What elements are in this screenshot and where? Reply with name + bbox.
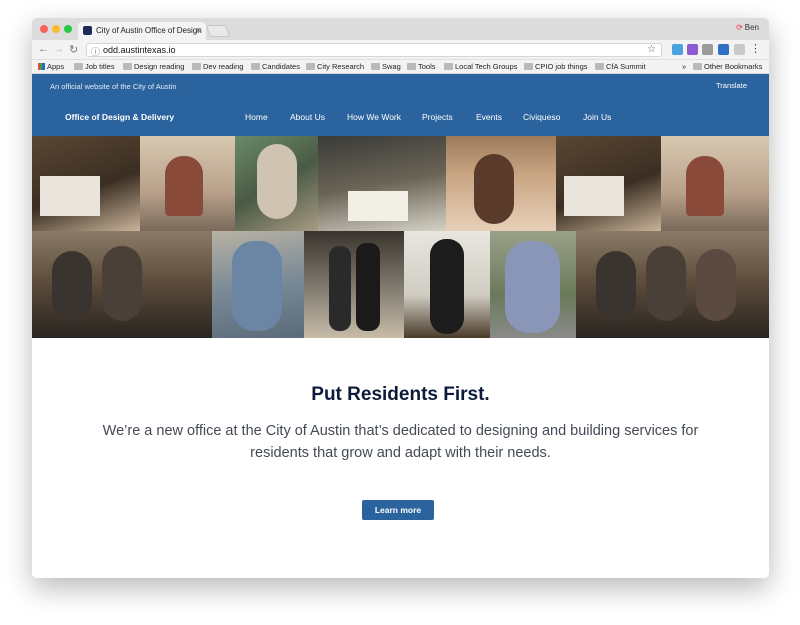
bookmark-item[interactable]: Tools	[407, 62, 436, 71]
extension-icon[interactable]	[672, 44, 683, 55]
back-icon[interactable]: ←	[38, 43, 49, 55]
folder-icon	[444, 63, 453, 70]
minimize-window-button[interactable]	[52, 25, 60, 33]
folder-icon	[74, 63, 83, 70]
team-photo	[304, 231, 404, 338]
team-photo	[212, 231, 304, 338]
hero-title: Put Residents First.	[311, 384, 490, 405]
profile-icon: ⟳	[736, 23, 743, 32]
bookmarks-bar: Apps Job titles Design reading Dev readi…	[32, 60, 769, 74]
site-favicon-icon	[83, 26, 92, 35]
extension-icon[interactable]	[687, 44, 698, 55]
nav-about-us[interactable]: About Us	[290, 112, 325, 122]
team-photo	[490, 231, 576, 338]
team-photo	[235, 136, 318, 231]
team-photo	[318, 136, 446, 231]
folder-icon	[595, 63, 604, 70]
browser-menu-icon[interactable]: ⋮	[750, 42, 761, 55]
bookmark-item[interactable]: Swag	[371, 62, 401, 71]
team-photo	[32, 231, 212, 338]
learn-more-button[interactable]: Learn more	[362, 500, 434, 520]
site-header: An official website of the City of Austi…	[32, 74, 769, 136]
maximize-window-button[interactable]	[64, 25, 72, 33]
reload-icon[interactable]: ↻	[69, 43, 78, 56]
team-photo	[661, 136, 769, 231]
nav-how-we-work[interactable]: How We Work	[347, 112, 401, 122]
team-photo	[556, 136, 661, 231]
address-bar[interactable]: ⓘ odd.austintexas.io ☆	[86, 43, 662, 57]
extension-icon[interactable]	[718, 44, 729, 55]
bookmark-item[interactable]: Job titles	[74, 62, 115, 71]
folder-icon	[306, 63, 315, 70]
team-photo-mosaic	[32, 136, 769, 338]
new-tab-button[interactable]	[205, 25, 231, 37]
close-tab-icon[interactable]: ×	[196, 25, 201, 35]
bookmark-item[interactable]: Dev reading	[192, 62, 243, 71]
close-window-button[interactable]	[40, 25, 48, 33]
extension-icon[interactable]	[702, 44, 713, 55]
browser-window: City of Austin Office of Design × ⟳ Ben ←…	[32, 18, 769, 578]
info-icon[interactable]: ⓘ	[91, 45, 100, 58]
profile-name: Ben	[744, 23, 759, 32]
folder-icon	[524, 63, 533, 70]
team-photo	[576, 231, 769, 338]
browser-toolbar: ← → ↻ ⓘ odd.austintexas.io ☆ ⋮	[32, 40, 769, 60]
bookmark-star-icon[interactable]: ☆	[647, 44, 656, 55]
tab-title: City of Austin Office of Design	[96, 26, 202, 35]
folder-icon	[251, 63, 260, 70]
url-text: odd.austintexas.io	[103, 45, 176, 55]
translate-link[interactable]: Translate	[716, 81, 747, 90]
bookmark-item[interactable]: CPIO job things	[524, 62, 588, 71]
nav-projects[interactable]: Projects	[422, 112, 453, 122]
web-page: An official website of the City of Austi…	[32, 74, 769, 578]
team-photo	[446, 136, 556, 231]
nav-events[interactable]: Events	[476, 112, 502, 122]
apps-grid-icon	[38, 63, 45, 70]
extension-icon[interactable]	[734, 44, 745, 55]
nav-join-us[interactable]: Join Us	[583, 112, 611, 122]
folder-icon	[192, 63, 201, 70]
team-photo	[404, 231, 490, 338]
team-photo	[32, 136, 140, 231]
folder-icon	[407, 63, 416, 70]
folder-icon	[123, 63, 132, 70]
bookmark-item[interactable]: Design reading	[123, 62, 184, 71]
bookmark-item[interactable]: CfA Summit	[595, 62, 646, 71]
official-banner: An official website of the City of Austi…	[50, 82, 177, 91]
bookmark-item[interactable]: City Research	[306, 62, 364, 71]
tab-strip: City of Austin Office of Design × ⟳ Ben	[32, 18, 769, 40]
bookmark-item[interactable]: Apps	[38, 62, 64, 71]
folder-icon	[693, 63, 702, 70]
bookmark-item[interactable]: Local Tech Groups	[444, 62, 517, 71]
other-bookmarks[interactable]: Other Bookmarks	[693, 62, 762, 71]
forward-icon[interactable]: →	[53, 43, 64, 55]
hero-description: We’re a new office at the City of Austin…	[102, 423, 699, 461]
folder-icon	[371, 63, 380, 70]
bookmarks-overflow-button[interactable]: »	[682, 62, 686, 71]
bookmark-item[interactable]: Candidates	[251, 62, 300, 71]
browser-tab[interactable]: City of Austin Office of Design ×	[78, 22, 206, 40]
nav-civiqueso[interactable]: Civiqueso	[523, 112, 560, 122]
site-brand-link[interactable]: Office of Design & Delivery	[65, 112, 174, 122]
team-photo	[140, 136, 235, 231]
profile-button[interactable]: ⟳ Ben	[736, 23, 759, 32]
nav-home[interactable]: Home	[245, 112, 268, 122]
